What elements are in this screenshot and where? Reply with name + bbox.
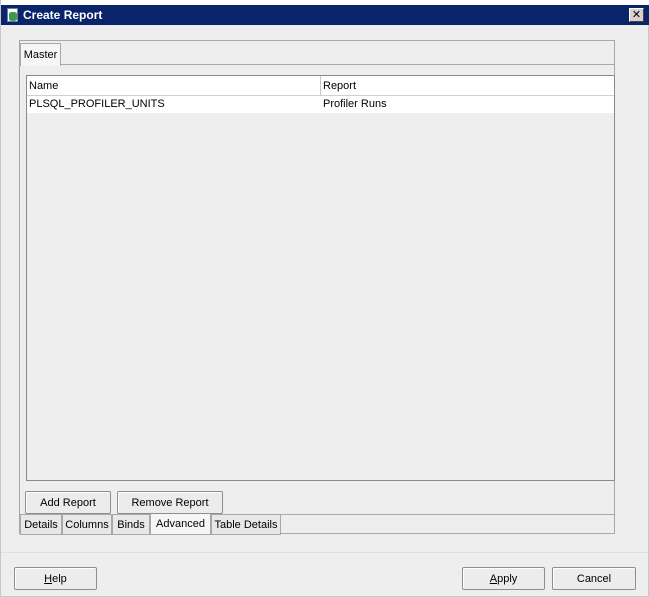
table-row[interactable]: PLSQL_PROFILER_UNITS Profiler Runs [27, 96, 614, 113]
apply-button[interactable]: Apply [462, 567, 545, 590]
cell-name[interactable]: PLSQL_PROFILER_UNITS [27, 96, 321, 113]
tab-binds[interactable]: Binds [112, 515, 150, 535]
help-mnemonic: H [44, 572, 53, 585]
tab-columns[interactable]: Columns [62, 515, 112, 535]
outer-tabstrip: Master [20, 41, 614, 66]
report-icon [6, 7, 20, 23]
remove-report-button[interactable]: Remove Report [117, 491, 223, 514]
inner-tabstrip: Details Columns Binds Advanced Table Det… [20, 514, 614, 535]
tab-table-details[interactable]: Table Details [211, 515, 281, 535]
tab-advanced[interactable]: Advanced [150, 514, 211, 535]
window-title: Create Report [23, 8, 103, 22]
close-icon: ✕ [631, 8, 642, 21]
column-header-report[interactable]: Report [321, 76, 614, 96]
create-report-dialog: Create Report ✕ Master Name Report PLSQL… [0, 0, 649, 597]
tab-master[interactable]: Master [20, 43, 61, 66]
add-report-button[interactable]: Add Report [25, 491, 111, 514]
master-tab-panel: Master Name Report PLSQL_PROFILER_UNITS … [19, 40, 615, 535]
tab-details[interactable]: Details [20, 515, 62, 535]
cell-report[interactable]: Profiler Runs [321, 96, 614, 113]
close-button[interactable]: ✕ [629, 8, 644, 22]
apply-mnemonic: A [489, 572, 498, 585]
table-header: Name Report [27, 76, 614, 96]
help-label: elp [52, 572, 67, 585]
column-header-name[interactable]: Name [27, 76, 321, 96]
help-button[interactable]: Help [14, 567, 97, 590]
reports-table: Name Report PLSQL_PROFILER_UNITS Profile… [26, 75, 615, 481]
cancel-button[interactable]: Cancel [552, 567, 636, 590]
apply-label: pply [497, 572, 518, 585]
footer-divider [1, 552, 648, 553]
title-bar: Create Report ✕ [1, 5, 649, 25]
